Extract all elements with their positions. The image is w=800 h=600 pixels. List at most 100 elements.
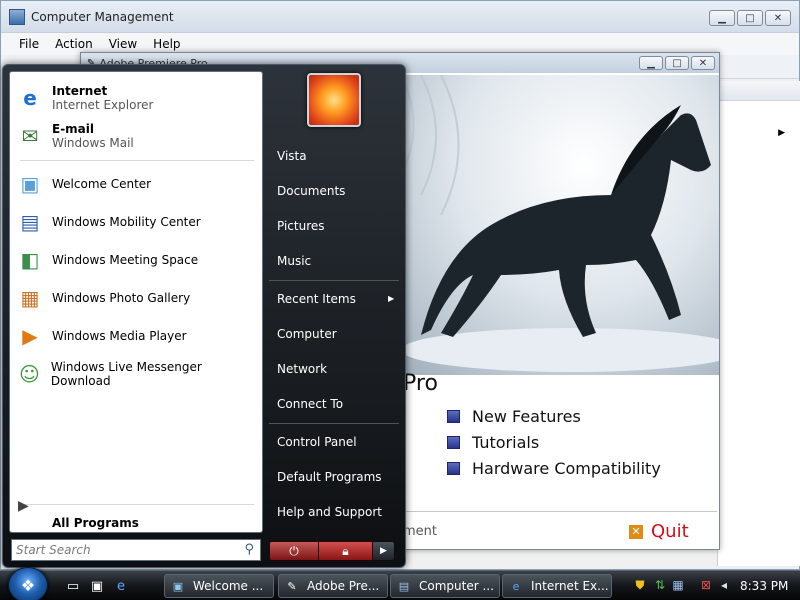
- menu-default-programs[interactable]: Default Programs: [277, 470, 382, 484]
- menu-music[interactable]: Music: [277, 254, 311, 268]
- bullet-icon: [447, 462, 460, 475]
- recent-live-messenger[interactable]: ☺ Windows Live Messenger Download: [14, 356, 258, 392]
- search-input[interactable]: [16, 543, 236, 557]
- premiere-minimize-button[interactable]: ▁: [639, 56, 663, 70]
- shutdown-options-button[interactable]: ▶: [373, 541, 395, 561]
- internet-explorer-icon: e: [23, 86, 37, 110]
- recent-photo-gallery[interactable]: ▦ Windows Photo Gallery: [14, 280, 258, 316]
- taskbar-label: Internet Ex...: [531, 579, 609, 593]
- feature-label: Hardware Compatibility: [472, 459, 661, 478]
- power-controls: ⏻ 🔒︎ ▶: [269, 541, 395, 561]
- menu-computer[interactable]: Computer: [277, 327, 337, 341]
- menu-network[interactable]: Network: [277, 362, 327, 376]
- menu-documents[interactable]: Documents: [277, 184, 345, 198]
- internet-explorer-icon: e: [512, 579, 520, 593]
- menu-user-folder[interactable]: Vista: [277, 149, 307, 163]
- actions-pane-header: [718, 81, 800, 101]
- start-menu: e Internet Internet Explorer ✉ E-mail Wi…: [2, 64, 406, 568]
- power-button[interactable]: ⏻: [269, 541, 319, 561]
- network-disconnected-icon[interactable]: ⊠: [698, 577, 714, 593]
- actions-pane: ▶: [717, 81, 800, 566]
- menu-connect-to[interactable]: Connect To: [277, 397, 343, 411]
- feature-tutorials[interactable]: Tutorials: [447, 433, 539, 452]
- switch-windows-icon[interactable]: ▣: [88, 577, 106, 595]
- volume-muted-icon[interactable]: ◂: [716, 577, 732, 593]
- update-icon[interactable]: ⇅: [652, 577, 668, 593]
- taskbar-button-welcome[interactable]: ▣ Welcome ...: [164, 574, 274, 598]
- feature-label: New Features: [472, 407, 581, 426]
- pinned-email[interactable]: ✉ E-mail Windows Mail: [14, 118, 258, 154]
- taskbar-button-computer-management[interactable]: ▤ Computer ...: [390, 574, 500, 598]
- bullet-icon: [447, 436, 460, 449]
- messenger-icon: ☺: [19, 362, 40, 386]
- recent-meeting-space[interactable]: ◧ Windows Meeting Space: [14, 242, 258, 278]
- actions-row[interactable]: ▶: [718, 123, 800, 145]
- computer-management-titlebar[interactable]: Computer Management ▁ □ ✕: [1, 1, 799, 33]
- recent-media-player[interactable]: ▶ Windows Media Player: [14, 318, 258, 354]
- program-label: Windows Meeting Space: [52, 253, 199, 267]
- user-picture[interactable]: [307, 73, 361, 127]
- menu-pictures[interactable]: Pictures: [277, 219, 325, 233]
- taskbar-button-internet-explorer[interactable]: e Internet Ex...: [502, 574, 612, 598]
- menu-help-support[interactable]: Help and Support: [277, 505, 382, 519]
- premiere-close-button[interactable]: ✕: [691, 56, 715, 70]
- window-title: Computer Management: [31, 9, 174, 24]
- menu-help[interactable]: Help: [145, 37, 188, 51]
- lock-icon: 🔒︎: [342, 543, 349, 558]
- power-icon: ⏻: [289, 543, 299, 558]
- welcome-center-icon: ▣: [20, 172, 40, 196]
- menu-file[interactable]: File: [11, 37, 47, 51]
- footer-text: ment: [403, 524, 437, 539]
- media-player-icon: ▶: [22, 324, 38, 348]
- minimize-button[interactable]: ▁: [709, 10, 735, 26]
- premiere-icon: ✎: [287, 579, 297, 593]
- feature-hardware-compatibility[interactable]: Hardware Compatibility: [447, 459, 661, 478]
- bullet-icon: [447, 410, 460, 423]
- start-search-box[interactable]: ⚲: [11, 539, 261, 561]
- mobility-center-icon: ▤: [20, 210, 40, 234]
- program-label: Windows Live Messenger Download: [50, 360, 202, 388]
- taskbar: ❖ ▭ ▣ e ▣ Welcome ... ✎ Adobe Pre... ▤ C…: [0, 567, 800, 600]
- close-button[interactable]: ✕: [765, 10, 791, 26]
- right-separator: [269, 280, 399, 281]
- pinned-title: E-mail: [52, 122, 95, 136]
- program-label: Windows Media Player: [52, 329, 187, 343]
- menu-view[interactable]: View: [101, 37, 145, 51]
- menu-recent-items[interactable]: Recent Items: [277, 292, 356, 306]
- clock[interactable]: 8:33 PM: [740, 579, 788, 593]
- pinned-separator: [20, 160, 254, 161]
- pinned-title: Internet: [52, 84, 108, 98]
- quit-button[interactable]: ✕ Quit: [629, 521, 689, 542]
- menu-action[interactable]: Action: [47, 37, 101, 51]
- splash-title: Pro: [403, 371, 438, 396]
- feature-label: Tutorials: [472, 433, 540, 452]
- start-button[interactable]: ❖: [8, 567, 48, 600]
- security-shield-icon[interactable]: ⛊: [632, 577, 648, 593]
- welcome-center-icon: ▣: [172, 579, 184, 593]
- recent-welcome-center[interactable]: ▣ Welcome Center: [14, 166, 258, 202]
- menu-control-panel[interactable]: Control Panel: [277, 435, 357, 449]
- all-programs-button[interactable]: All Programs: [52, 516, 139, 530]
- right-separator: [269, 423, 399, 424]
- program-label: Welcome Center: [52, 177, 152, 191]
- display-icon[interactable]: ▦: [670, 577, 686, 593]
- actions-row[interactable]: [718, 101, 800, 123]
- premiere-maximize-button[interactable]: □: [665, 56, 689, 70]
- lock-button[interactable]: 🔒︎: [319, 541, 373, 561]
- maximize-button[interactable]: □: [737, 10, 763, 26]
- programs-pane: e Internet Internet Explorer ✉ E-mail Wi…: [9, 71, 263, 533]
- show-desktop-icon[interactable]: ▭: [64, 577, 82, 595]
- internet-explorer-quicklaunch-icon[interactable]: e: [112, 577, 130, 595]
- taskbar-label: Welcome ...: [193, 579, 264, 593]
- all-programs-separator: [20, 504, 254, 505]
- pinned-internet[interactable]: e Internet Internet Explorer: [14, 80, 258, 116]
- taskbar-label: Adobe Pre...: [307, 579, 380, 593]
- taskbar-button-premiere[interactable]: ✎ Adobe Pre...: [278, 574, 388, 598]
- quit-x-icon: ✕: [629, 524, 643, 539]
- windows-logo-icon: ❖: [20, 575, 36, 595]
- submenu-arrow-icon: ▶: [778, 128, 785, 138]
- recent-mobility-center[interactable]: ▤ Windows Mobility Center: [14, 204, 258, 240]
- search-icon[interactable]: ⚲: [244, 542, 254, 557]
- computer-management-icon: [9, 8, 25, 25]
- feature-new-features[interactable]: New Features: [447, 407, 581, 426]
